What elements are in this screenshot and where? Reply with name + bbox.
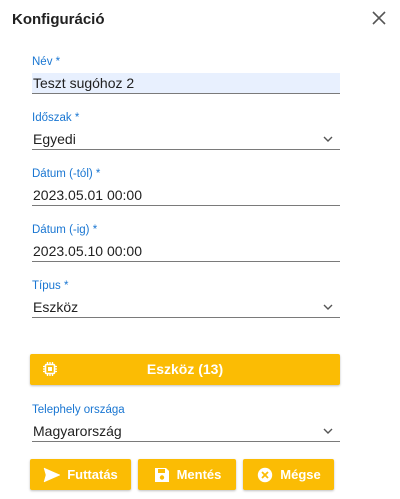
country-value: Magyarország bbox=[33, 423, 122, 439]
date-from-field[interactable]: Dátum (-tól) * 2023.05.01 00:00 bbox=[32, 167, 340, 206]
period-select[interactable]: Időszak * Egyedi bbox=[32, 111, 340, 150]
date-from-label: Dátum (-tól) * bbox=[32, 168, 101, 180]
name-label: Név * bbox=[32, 56, 61, 68]
configuration-dialog: Konfiguráció Név * Teszt sugóhoz 2 Idősz… bbox=[0, 0, 400, 499]
country-input[interactable]: Magyarország bbox=[32, 421, 340, 442]
chevron-down-icon[interactable] bbox=[322, 133, 334, 145]
period-label: Időszak * bbox=[32, 112, 80, 124]
send-icon bbox=[43, 467, 61, 482]
type-select[interactable]: Típus * Eszköz bbox=[32, 279, 340, 318]
cancel-circle-icon bbox=[258, 467, 273, 482]
dialog-title: Konfiguráció bbox=[12, 11, 105, 28]
country-label: Telephely országa bbox=[32, 404, 125, 416]
type-label: Típus * bbox=[32, 280, 69, 292]
cancel-label: Mégse bbox=[280, 467, 321, 482]
device-select-label: Eszköz (13) bbox=[146, 361, 224, 377]
chevron-down-icon[interactable] bbox=[322, 301, 334, 313]
chevron-down-icon[interactable] bbox=[322, 425, 334, 437]
type-value: Eszköz bbox=[33, 299, 79, 315]
date-to-label: Dátum (-ig) * bbox=[32, 224, 98, 236]
period-input[interactable]: Egyedi bbox=[32, 129, 340, 150]
date-from-input[interactable]: 2023.05.01 00:00 bbox=[32, 185, 340, 206]
date-from-value: 2023.05.01 00:00 bbox=[33, 187, 142, 203]
type-input[interactable]: Eszköz bbox=[32, 297, 340, 318]
floppy-disk-icon bbox=[154, 467, 169, 482]
name-input[interactable]: Teszt sugóhoz 2 bbox=[32, 73, 340, 94]
save-button[interactable]: Mentés bbox=[138, 459, 236, 490]
save-label: Mentés bbox=[176, 467, 222, 482]
date-to-field[interactable]: Dátum (-ig) * 2023.05.10 00:00 bbox=[32, 223, 340, 262]
name-field[interactable]: Név * Teszt sugóhoz 2 bbox=[32, 55, 340, 94]
run-label: Futtatás bbox=[67, 467, 118, 482]
run-button[interactable]: Futtatás bbox=[30, 459, 131, 490]
country-select[interactable]: Telephely országa Magyarország bbox=[32, 403, 340, 442]
period-value: Egyedi bbox=[33, 131, 76, 147]
name-value: Teszt sugóhoz 2 bbox=[33, 75, 135, 91]
close-icon[interactable] bbox=[370, 9, 388, 27]
cancel-button[interactable]: Mégse bbox=[243, 459, 334, 490]
date-to-value: 2023.05.10 00:00 bbox=[33, 243, 142, 259]
date-to-input[interactable]: 2023.05.10 00:00 bbox=[32, 241, 340, 262]
device-select-button[interactable]: Eszköz (13) bbox=[30, 354, 340, 385]
